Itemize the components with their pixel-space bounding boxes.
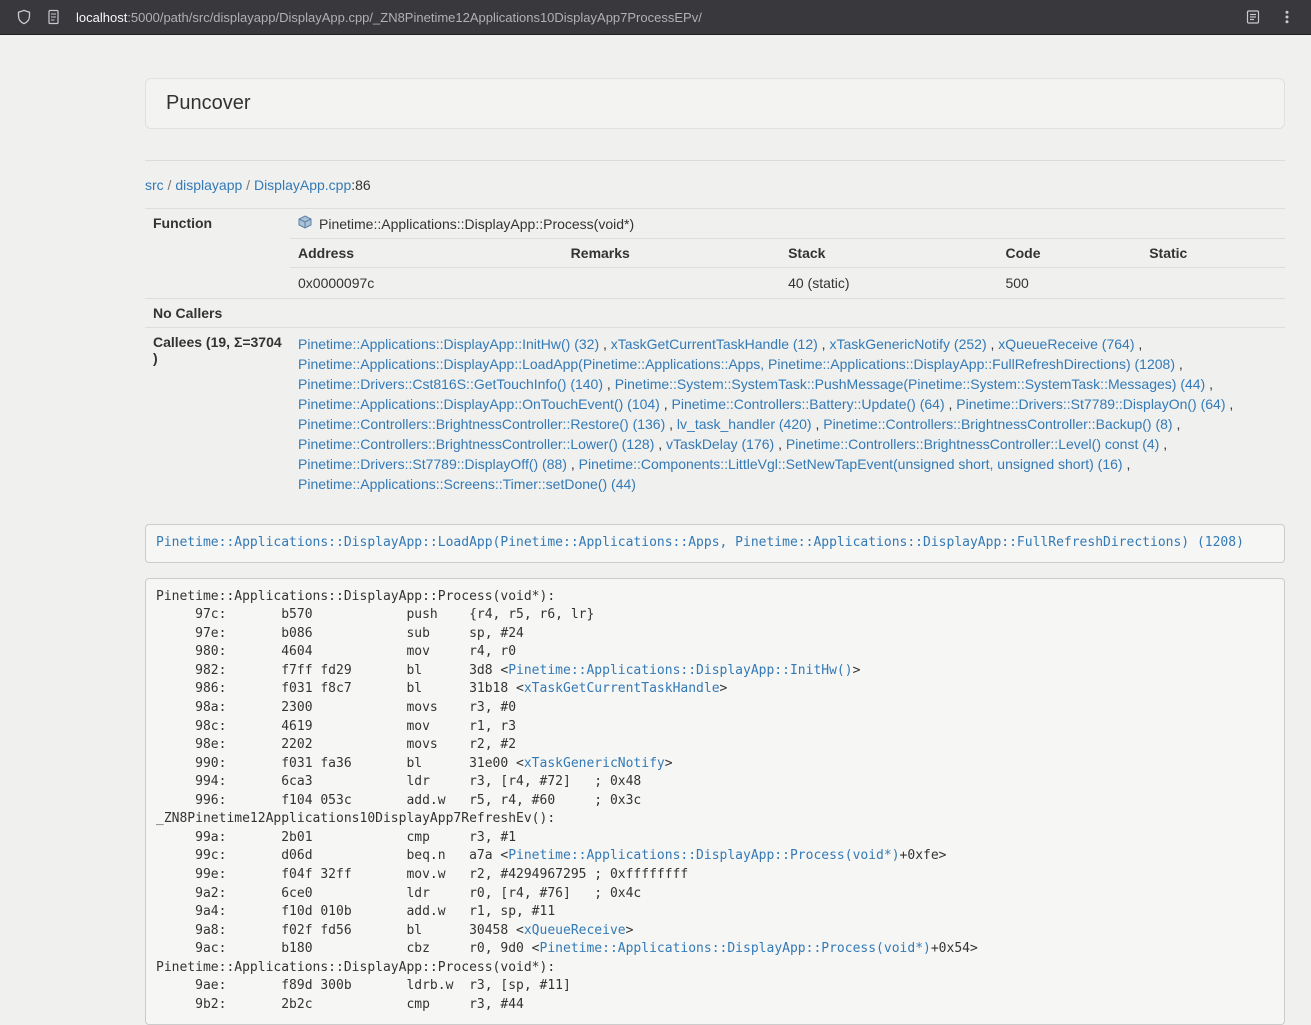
column-header-address: Address	[290, 239, 563, 268]
symbol-link[interactable]: Pinetime::Applications::DisplayApp::Init…	[508, 663, 852, 678]
symbol-link[interactable]: Pinetime::Applications::DisplayApp::Proc…	[508, 848, 899, 863]
callee-link[interactable]: lv_task_handler (420)	[677, 416, 812, 432]
callee-separator: ,	[1123, 456, 1131, 472]
callee-link[interactable]: xTaskGetCurrentTaskHandle (12)	[611, 336, 818, 352]
breadcrumb-separator: /	[242, 177, 254, 193]
callee-link[interactable]: vTaskDelay (176)	[666, 436, 774, 452]
callee-separator: ,	[987, 336, 999, 352]
no-callers-row: No Callers	[145, 299, 1285, 328]
callee-link[interactable]: Pinetime::Controllers::BrightnessControl…	[823, 416, 1172, 432]
callee-separator: ,	[1175, 356, 1183, 372]
function-name: Pinetime::Applications::DisplayApp::Proc…	[290, 209, 1285, 238]
highlight-symbol-link[interactable]: Pinetime::Applications::DisplayApp::Load…	[156, 535, 1244, 550]
callee-link[interactable]: Pinetime::Controllers::Battery::Update()…	[672, 396, 945, 412]
function-row: Function Pinetime::Applications::Display…	[145, 209, 1285, 299]
breadcrumb-separator: /	[164, 177, 176, 193]
app-header: Puncover	[145, 78, 1285, 129]
callee-separator: ,	[567, 456, 579, 472]
symbol-link[interactable]: Pinetime::Applications::DisplayApp::Proc…	[540, 941, 931, 956]
callee-separator: ,	[654, 436, 666, 452]
highlight-panel: Pinetime::Applications::DisplayApp::Load…	[145, 524, 1285, 563]
breadcrumb-link-src[interactable]: src	[145, 177, 164, 193]
callee-link[interactable]: Pinetime::Drivers::St7789::DisplayOn() (…	[956, 396, 1225, 412]
column-header-stack: Stack	[780, 239, 997, 268]
breadcrumb-link-displayapp-cpp[interactable]: DisplayApp.cpp	[254, 177, 351, 193]
callee-link[interactable]: Pinetime::Drivers::Cst816S::GetTouchInfo…	[298, 376, 603, 392]
reader-mode-icon[interactable]	[1243, 7, 1263, 27]
callees-label: Callees (19, Σ=3704 )	[145, 328, 290, 501]
column-header-remarks: Remarks	[563, 239, 780, 268]
callee-separator: ,	[818, 336, 830, 352]
function-name-text: Pinetime::Applications::DisplayApp::Proc…	[319, 216, 634, 232]
symbol-link[interactable]: xQueueReceive	[524, 923, 626, 938]
callee-separator: ,	[599, 336, 611, 352]
column-header-static: Static	[1141, 239, 1285, 268]
kebab-menu-icon[interactable]	[1277, 7, 1297, 27]
chrome-actions	[1243, 7, 1297, 27]
value-cell-static	[1141, 268, 1285, 299]
value-cell-stack: 40 (static)	[780, 268, 997, 299]
callee-link[interactable]: Pinetime::Applications::DisplayApp::Init…	[298, 336, 599, 352]
no-callers-value	[290, 299, 1285, 328]
function-row-label: Function	[145, 209, 290, 299]
column-header-code: Code	[997, 239, 1141, 268]
callee-link[interactable]: Pinetime::Controllers::BrightnessControl…	[298, 416, 665, 432]
callee-separator: ,	[1173, 416, 1181, 432]
value-cell-address: 0x0000097c	[290, 268, 563, 299]
callee-separator: ,	[774, 436, 786, 452]
callee-separator: ,	[945, 396, 957, 412]
symbol-link[interactable]: xTaskGenericNotify	[524, 756, 665, 771]
divider	[145, 160, 1285, 161]
callee-link[interactable]: xTaskGenericNotify (252)	[829, 336, 986, 352]
url-domain: localhost	[76, 10, 127, 25]
no-callers-label: No Callers	[145, 299, 290, 328]
breadcrumb-line-number: :86	[351, 177, 370, 193]
url-bar[interactable]: localhost:5000/path/src/displayapp/Displ…	[76, 10, 1234, 25]
callee-link[interactable]: Pinetime::Applications::DisplayApp::OnTo…	[298, 396, 660, 412]
method-cube-icon	[298, 215, 312, 232]
value-cell-code: 500	[997, 268, 1141, 299]
callee-link[interactable]: Pinetime::Drivers::St7789::DisplayOff() …	[298, 456, 567, 472]
function-table-value-row: 0x0000097c 40 (static)500	[290, 268, 1285, 299]
function-stats-table: AddressRemarksStackCodeStatic 0x0000097c…	[290, 238, 1285, 298]
callee-separator: ,	[1159, 436, 1167, 452]
page-title: Puncover	[166, 92, 1264, 115]
function-table: Function Pinetime::Applications::Display…	[145, 208, 1285, 500]
page-info-icon[interactable]	[43, 7, 63, 27]
callee-link[interactable]: Pinetime::Applications::Screens::Timer::…	[298, 476, 636, 492]
function-table-header-row: AddressRemarksStackCodeStatic	[290, 239, 1285, 268]
browser-chrome: localhost:5000/path/src/displayapp/Displ…	[0, 0, 1311, 35]
callee-link[interactable]: Pinetime::Applications::DisplayApp::Load…	[298, 356, 1175, 372]
callee-link[interactable]: Pinetime::Controllers::BrightnessControl…	[786, 436, 1159, 452]
callee-link[interactable]: Pinetime::Controllers::BrightnessControl…	[298, 436, 654, 452]
callee-separator: ,	[1134, 336, 1142, 352]
callee-link[interactable]: Pinetime::Components::LittleVgl::SetNewT…	[579, 456, 1123, 472]
callee-separator: ,	[812, 416, 824, 432]
assembly-code: Pinetime::Applications::DisplayApp::Proc…	[145, 578, 1285, 1025]
callee-separator: ,	[1205, 376, 1213, 392]
callee-separator: ,	[665, 416, 677, 432]
callee-separator: ,	[603, 376, 615, 392]
callees-row: Callees (19, Σ=3704 ) Pinetime::Applicat…	[145, 328, 1285, 501]
page-container: Puncover src / displayapp / DisplayApp.c…	[145, 35, 1285, 1025]
breadcrumb-link-displayapp[interactable]: displayapp	[175, 177, 242, 193]
callee-link[interactable]: Pinetime::System::SystemTask::PushMessag…	[615, 376, 1206, 392]
callee-separator: ,	[660, 396, 672, 412]
symbol-link[interactable]: xTaskGetCurrentTaskHandle	[524, 681, 720, 696]
callees-list: Pinetime::Applications::DisplayApp::Init…	[298, 334, 1277, 494]
url-path: :5000/path/src/displayapp/DisplayApp.cpp…	[127, 10, 702, 25]
callee-link[interactable]: xQueueReceive (764)	[998, 336, 1134, 352]
callee-separator: ,	[1226, 396, 1234, 412]
shield-icon[interactable]	[14, 7, 34, 27]
breadcrumb: src / displayapp / DisplayApp.cpp:86	[145, 177, 1285, 193]
function-cell: Pinetime::Applications::DisplayApp::Proc…	[290, 209, 1285, 299]
value-cell-remarks	[563, 268, 780, 299]
